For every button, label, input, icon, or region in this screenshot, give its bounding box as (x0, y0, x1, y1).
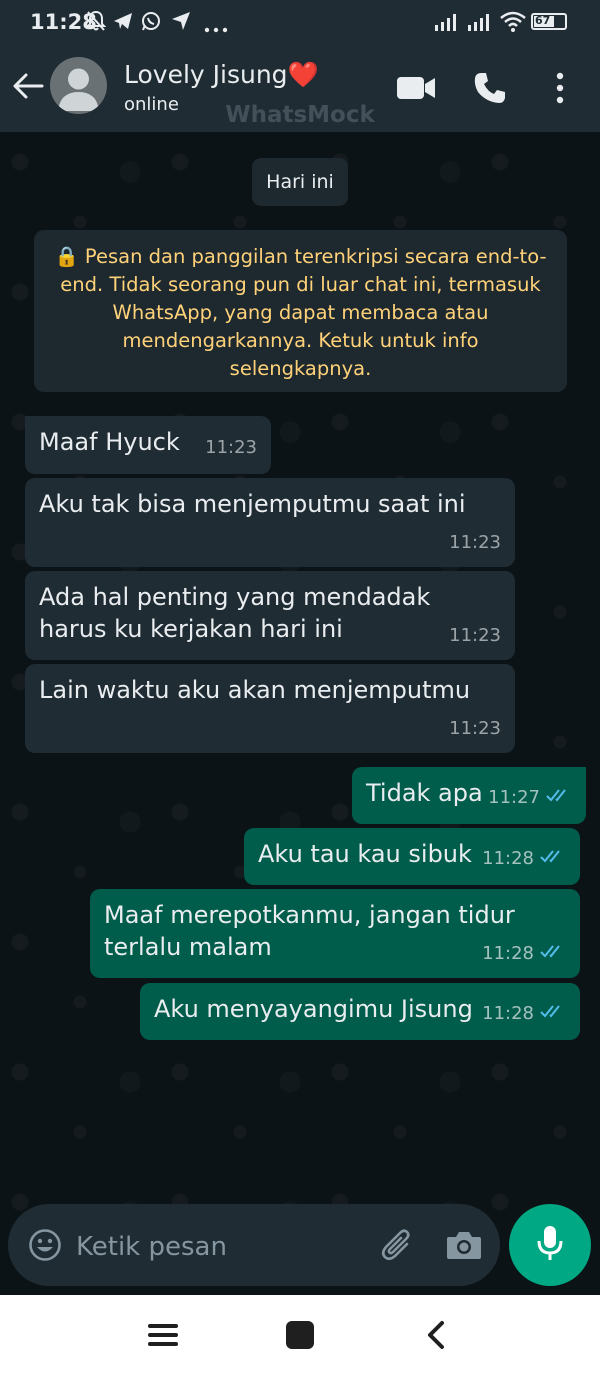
message-text: Lain waktu aku akan menjemputmu (39, 676, 471, 704)
message-time: 11:23 (449, 532, 501, 553)
battery-icon: 67 (531, 13, 567, 30)
video-call-icon[interactable] (396, 74, 436, 106)
status-bar: 11:28 67 (0, 0, 600, 46)
message-time: 11:23 (449, 718, 501, 739)
incoming-message[interactable]: Aku tak bisa menjemputmu saat ini 11:23 (25, 478, 515, 567)
message-meta: 11:28 (482, 843, 566, 875)
signal-icon (467, 12, 495, 36)
message-text: Aku tau kau sibuk (258, 840, 472, 868)
encryption-notice[interactable]: 🔒 Pesan dan panggilan terenkripsi secara… (34, 230, 567, 392)
incoming-message[interactable]: Lain waktu aku akan menjemputmu 11:23 (25, 664, 515, 753)
attachment-icon[interactable] (380, 1228, 416, 1268)
camera-icon[interactable] (446, 1229, 482, 1265)
message-text: Aku menyayangimu Jisung (154, 995, 473, 1023)
outgoing-message[interactable]: Tidak apa 11:27 (352, 767, 586, 824)
app-watermark: WhatsMock (225, 102, 375, 128)
message-meta: 11:28 (482, 998, 566, 1030)
outgoing-message[interactable]: Aku tau kau sibuk 11:28 (244, 828, 580, 885)
telegram-icon (112, 10, 134, 36)
message-text: Maaf merepotkanmu, jangan tidur terlalu … (104, 901, 515, 961)
voice-call-icon[interactable] (473, 71, 507, 109)
date-chip: Hari ini (252, 158, 348, 206)
message-time: 11:28 (482, 943, 534, 964)
outgoing-message[interactable]: Maaf merepotkanmu, jangan tidur terlalu … (90, 889, 580, 978)
muted-alarm-icon (85, 10, 107, 36)
read-receipt-icon (540, 998, 566, 1030)
more-dots-icon (204, 18, 228, 37)
message-time: 11:27 (488, 787, 540, 808)
message-text: Aku tak bisa menjemputmu saat ini (39, 490, 466, 518)
recent-apps-icon[interactable] (147, 1322, 179, 1352)
location-arrow-icon (170, 10, 192, 36)
chat-header: Lovely Jisung❤️ online WhatsMock (0, 46, 600, 132)
back-arrow-icon[interactable] (12, 72, 44, 104)
voice-record-button[interactable] (509, 1204, 591, 1286)
signal-icon (434, 12, 462, 36)
microphone-icon (537, 1224, 563, 1266)
read-receipt-icon (540, 843, 566, 875)
message-composer (8, 1204, 500, 1286)
message-time: 11:28 (482, 1003, 534, 1024)
contact-name[interactable]: Lovely Jisung❤️ (124, 60, 319, 90)
emoji-icon[interactable] (28, 1228, 62, 1266)
whatsapp-chat-screen: 11:28 67 Lovely Jisung❤️ online WhatsMoc… (0, 0, 600, 1375)
system-navigation-bar (0, 1295, 600, 1375)
message-text: Ada hal penting yang mendadak harus ku k… (39, 583, 431, 643)
menu-icon[interactable] (555, 72, 565, 108)
back-icon[interactable] (426, 1320, 446, 1354)
message-time: 11:23 (205, 437, 257, 458)
home-icon[interactable] (285, 1320, 315, 1354)
message-meta: 11:28 (482, 938, 566, 970)
message-meta: 11:27 (488, 782, 572, 814)
message-text: Tidak apa (366, 779, 483, 807)
read-receipt-icon (546, 782, 572, 814)
message-input[interactable] (74, 1228, 368, 1266)
wifi-icon (500, 11, 526, 37)
message-text: Maaf Hyuck (39, 428, 180, 456)
read-receipt-icon (540, 938, 566, 970)
incoming-message[interactable]: Maaf Hyuck 11:23 (25, 416, 271, 474)
whatsapp-icon (140, 10, 162, 36)
message-time: 11:23 (449, 625, 501, 646)
message-time: 11:28 (482, 848, 534, 869)
outgoing-message[interactable]: Aku menyayangimu Jisung 11:28 (140, 983, 580, 1040)
incoming-message[interactable]: Ada hal penting yang mendadak harus ku k… (25, 571, 515, 660)
battery-level: 67 (535, 14, 551, 27)
